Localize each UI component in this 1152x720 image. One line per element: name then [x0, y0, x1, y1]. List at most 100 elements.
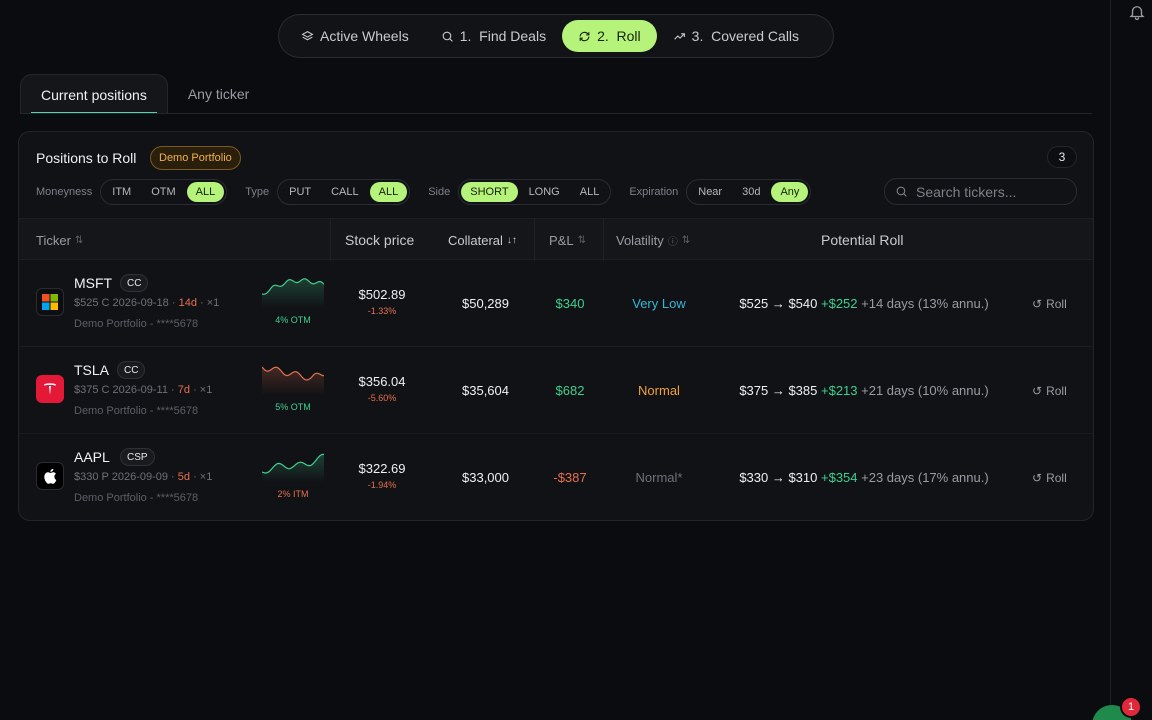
expiration-label: Expiration	[629, 186, 679, 198]
column-divider	[330, 219, 331, 261]
nav-find-deals[interactable]: 1. Find Deals	[425, 20, 562, 52]
option-contract: $330 P 2026-09-09 ·	[74, 471, 178, 483]
ticker-symbol: TSLA	[74, 362, 110, 378]
nav-label: 3. Covered Calls	[691, 28, 800, 44]
volatility-value: Normal*	[635, 470, 683, 485]
moneyness-filter: ITM OTM ALL	[100, 179, 228, 205]
roll-button-label: Roll	[1046, 384, 1067, 398]
tab-any-ticker[interactable]: Any ticker	[168, 74, 269, 114]
column-collateral[interactable]: Collateral ↓↑	[448, 219, 517, 261]
roll-button[interactable]: ↺ Roll	[1032, 381, 1067, 401]
stock-price: $502.89	[358, 287, 406, 302]
column-label: P&L	[549, 232, 574, 248]
price-change: -1.33%	[367, 306, 397, 316]
portfolio-badge: Demo Portfolio	[150, 146, 241, 170]
notification-badge[interactable]: 1	[1120, 696, 1142, 718]
expiration-filter: Near 30d Any	[686, 179, 812, 205]
roll-days: +23 days (17% annu.)	[857, 470, 989, 485]
tab-current-positions[interactable]: Current positions	[20, 74, 168, 114]
column-label: Volatility	[616, 232, 664, 248]
column-pnl[interactable]: P&L ⇅	[549, 219, 586, 261]
roll-button-label: Roll	[1046, 471, 1067, 485]
option-contract: $525 C 2026-09-18 ·	[74, 297, 179, 309]
nav-roll[interactable]: 2. Roll	[562, 20, 657, 52]
filter-option-all[interactable]: ALL	[369, 182, 408, 202]
moneyness-tag: 2% ITM	[277, 489, 309, 499]
price-sparkline	[262, 366, 324, 395]
column-stock-price[interactable]: Stock price	[345, 219, 414, 261]
search-icon	[896, 186, 907, 197]
potential-roll: $375 → $385 +$213 +21 days (10% annu.)	[719, 383, 1009, 398]
strategy-badge: CC	[120, 274, 149, 292]
filter-option-itm[interactable]: ITM	[103, 182, 140, 202]
nav-covered-calls[interactable]: 3. Covered Calls	[657, 20, 815, 52]
card-title: Positions to Roll	[36, 150, 137, 166]
account-label: Demo Portfolio - ****5678	[74, 318, 199, 330]
column-divider	[603, 219, 604, 261]
days-to-expiry: 14d	[178, 297, 197, 309]
table-row[interactable]: AAPL CSP $330 P 2026-09-09 · 5d · ×1 Dem…	[19, 434, 1093, 520]
strategy-badge: CSP	[120, 448, 155, 466]
roll-button[interactable]: ↺ Roll	[1032, 468, 1067, 488]
filter-option-near[interactable]: Near	[689, 182, 731, 202]
search-icon	[442, 31, 453, 42]
nav-label: 2. Roll	[597, 28, 641, 44]
account-label: Demo Portfolio - ****5678	[74, 492, 199, 504]
info-icon: ⓘ	[667, 236, 678, 248]
filter-option-all[interactable]: ALL	[571, 182, 609, 202]
price-change: -5.60%	[367, 393, 397, 403]
filter-option-call[interactable]: CALL	[322, 182, 368, 202]
option-details: $330 P 2026-09-09 · 5d · ×1	[74, 471, 212, 483]
column-label: Potential Roll	[821, 232, 904, 248]
column-ticker[interactable]: Ticker ⇅	[36, 219, 83, 261]
side-filter: SHORT LONG ALL	[458, 179, 612, 205]
filter-bar: Moneyness ITM OTM ALL Type PUT CALL ALL …	[36, 179, 821, 205]
apple-logo-icon	[36, 462, 64, 490]
filter-option-any[interactable]: Any	[771, 182, 809, 202]
moneyness-tag: 5% OTM	[275, 402, 311, 412]
moneyness-tag: 4% OTM	[275, 315, 311, 325]
roll-strikes: $375 → $385	[739, 383, 821, 398]
table-row[interactable]: TSLA CC $375 C 2026-09-11 · 7d · ×1 Demo…	[19, 347, 1093, 434]
filter-option-short[interactable]: SHORT	[461, 182, 518, 202]
positions-card: Positions to Roll Demo Portfolio 3 Money…	[18, 131, 1094, 521]
filter-option-long[interactable]: LONG	[520, 182, 569, 202]
contract-qty: · ×1	[196, 297, 220, 309]
column-label: Collateral	[448, 232, 503, 248]
filter-option-all[interactable]: ALL	[186, 182, 225, 202]
price-sparkline	[262, 278, 324, 308]
undo-icon: ↺	[1032, 471, 1043, 485]
tesla-logo-icon	[36, 375, 64, 403]
option-details: $375 C 2026-09-11 · 7d · ×1	[74, 384, 212, 396]
bell-icon[interactable]	[1128, 3, 1146, 21]
roll-premium: +$213	[821, 383, 858, 398]
nav-label: Active Wheels	[320, 28, 409, 44]
roll-button[interactable]: ↺ Roll	[1032, 294, 1067, 314]
price-change: -1.94%	[367, 480, 397, 490]
roll-days: +14 days (13% annu.)	[857, 296, 989, 311]
search-input[interactable]: Search tickers...	[916, 184, 1016, 200]
sort-icon: ⇅	[681, 234, 691, 246]
moneyness-label: Moneyness	[36, 186, 93, 198]
pnl-value: $682	[555, 383, 585, 398]
volatility-value: Very Low	[632, 296, 686, 311]
column-potential-roll: Potential Roll	[821, 219, 904, 261]
pnl-value: $340	[555, 296, 585, 311]
sort-icon: ⇅	[74, 234, 84, 246]
filter-option-30d[interactable]: 30d	[733, 182, 769, 202]
ticker-search[interactable]: Search tickers...	[884, 178, 1077, 205]
roll-strikes: $330 → $310	[739, 470, 821, 485]
ticker-symbol: MSFT	[74, 275, 113, 291]
tab-divider	[20, 113, 1092, 114]
nav-active-wheels[interactable]: Active Wheels	[285, 20, 425, 52]
days-to-expiry: 7d	[177, 384, 191, 396]
microsoft-logo-icon	[36, 288, 64, 316]
column-volatility[interactable]: Volatility ⓘ ⇅	[616, 219, 690, 261]
table-row[interactable]: MSFT CC $525 C 2026-09-18 · 14d · ×1 Dem…	[19, 260, 1093, 347]
filter-option-otm[interactable]: OTM	[142, 182, 184, 202]
filter-option-put[interactable]: PUT	[280, 182, 320, 202]
sort-icon: ⇅	[577, 234, 586, 246]
collateral-value: $35,604	[462, 383, 509, 398]
price-sparkline	[262, 453, 324, 482]
undo-icon: ↺	[1032, 297, 1043, 311]
